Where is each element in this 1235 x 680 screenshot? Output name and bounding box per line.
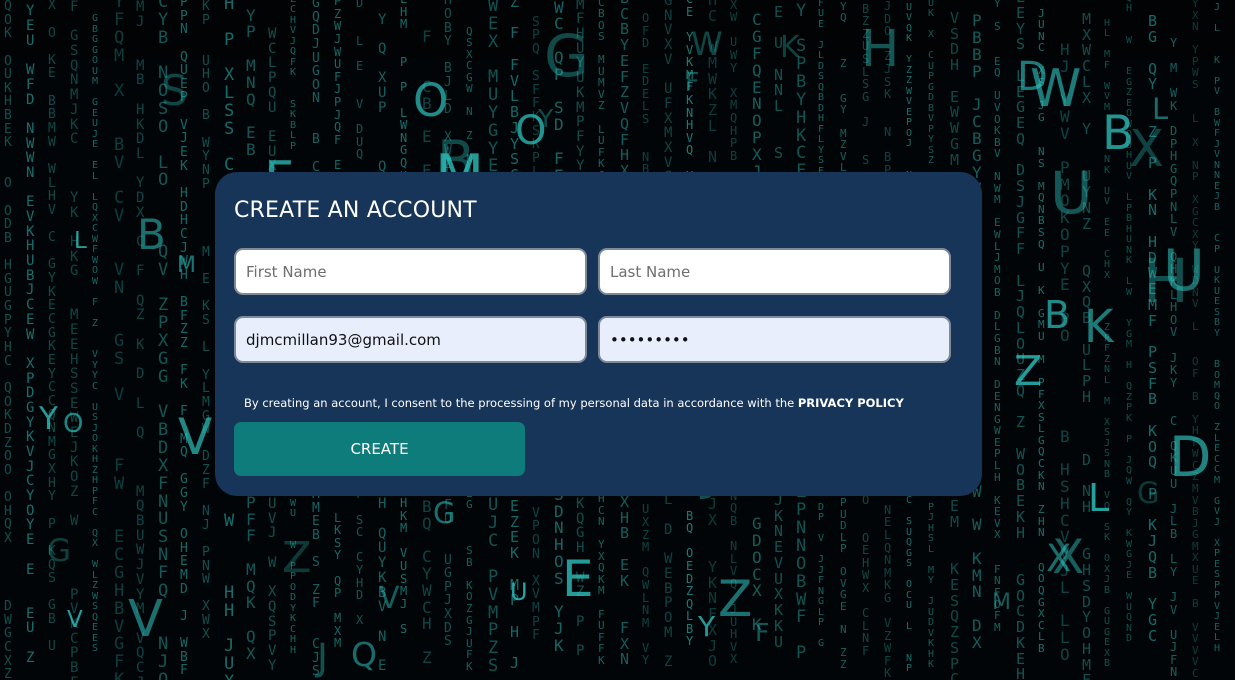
matrix-glyph: H <box>1143 246 1189 317</box>
matrix-glyph: V <box>178 408 213 466</box>
matrix-glyph: U <box>1050 159 1093 227</box>
matrix-glyph: O <box>515 108 547 154</box>
matrix-column: M J M B H K D L Y D X C F Q Z K D L Q M … <box>136 0 145 680</box>
matrix-glyph: G <box>544 22 589 90</box>
matrix-glyph: S <box>161 66 188 115</box>
page-title: CREATE AN ACCOUNT <box>234 198 477 223</box>
matrix-glyph: M <box>992 590 1011 615</box>
matrix-column: F G S Q N M J K C Y K H K G M E E H S S … <box>70 0 79 680</box>
matrix-column: L E Y S L E G E Q D S J G F F L J Q L O … <box>1016 0 1026 680</box>
matrix-glyph: H <box>861 20 900 79</box>
matrix-column: U J L K P V B W F J V N N E J B C P U K … <box>1214 0 1221 654</box>
matrix-glyph: Z <box>1014 347 1043 395</box>
consent-text: By creating an account, I consent to the… <box>244 396 904 410</box>
matrix-glyph: L <box>1088 476 1110 520</box>
first-name-input[interactable] <box>234 248 587 295</box>
consent-label: By creating an account, I consent to the… <box>244 396 795 410</box>
signup-card: CREATE AN ACCOUNT By creating an account… <box>215 172 982 496</box>
matrix-column: D Y S E Q U V O K B V N W M E W L J M O … <box>994 0 1001 634</box>
matrix-glyph: W <box>691 25 723 63</box>
matrix-glyph: L <box>74 228 87 254</box>
matrix-glyph: Z <box>718 570 753 628</box>
matrix-glyph: X <box>1046 537 1072 580</box>
matrix-glyph: W <box>1030 59 1082 119</box>
matrix-glyph: Y <box>39 401 58 437</box>
matrix-column: Y F Q M X B V C V V N G S V F W E C G H … <box>114 0 125 680</box>
matrix-glyph: Y <box>698 610 716 643</box>
matrix-glyph: J <box>317 636 328 679</box>
matrix-glyph: O <box>413 74 449 127</box>
matrix-glyph: B <box>1044 293 1071 337</box>
matrix-glyph: Z <box>282 533 312 583</box>
privacy-policy-link[interactable]: PRIVACY POLICY <box>798 396 904 410</box>
matrix-glyph: Q <box>351 635 377 674</box>
matrix-glyph: V <box>128 590 163 649</box>
matrix-glyph: F <box>685 67 700 96</box>
matrix-glyph: U <box>510 578 528 606</box>
last-name-input[interactable] <box>598 248 951 295</box>
matrix-column: V N Q Q H W E G Z E O W Q D H U V L P B … <box>1126 0 1133 644</box>
matrix-glyph: O <box>63 409 84 439</box>
matrix-column: Q O K O U K H B E K O O D B H G U G P Y … <box>4 0 12 680</box>
matrix-glyph: V <box>379 581 400 616</box>
matrix-glyph: G <box>47 533 72 569</box>
matrix-glyph: F <box>755 618 770 647</box>
matrix-column: K E M G B G G O U M G E U J E E L L Q X … <box>92 0 99 654</box>
matrix-glyph: G <box>1137 476 1160 510</box>
matrix-glyph: K <box>780 30 800 65</box>
matrix-glyph: K <box>1084 300 1114 353</box>
matrix-glyph: G <box>433 496 456 530</box>
matrix-glyph: V <box>67 607 83 633</box>
matrix-column: K Y E U W F D N W W N E V K H U B J C E … <box>26 3 35 666</box>
matrix-column: K P U H O B W Y N P M E K S L Y L M G W … <box>202 0 210 642</box>
email-input[interactable] <box>234 316 587 363</box>
create-button[interactable]: CREATE <box>234 422 525 476</box>
matrix-glyph: E <box>562 550 594 608</box>
matrix-glyph: M <box>177 253 196 278</box>
matrix-column: Y M W K D P H G Q P N L V Q H K L H O V … <box>1170 35 1178 680</box>
password-input[interactable] <box>598 316 951 363</box>
matrix-column: Y X N Y P W S L X N P X G C X Y W D N V … <box>1192 0 1199 680</box>
matrix-glyph: X <box>1129 120 1164 179</box>
matrix-glyph: D <box>1169 425 1212 489</box>
matrix-glyph: B <box>137 210 166 259</box>
